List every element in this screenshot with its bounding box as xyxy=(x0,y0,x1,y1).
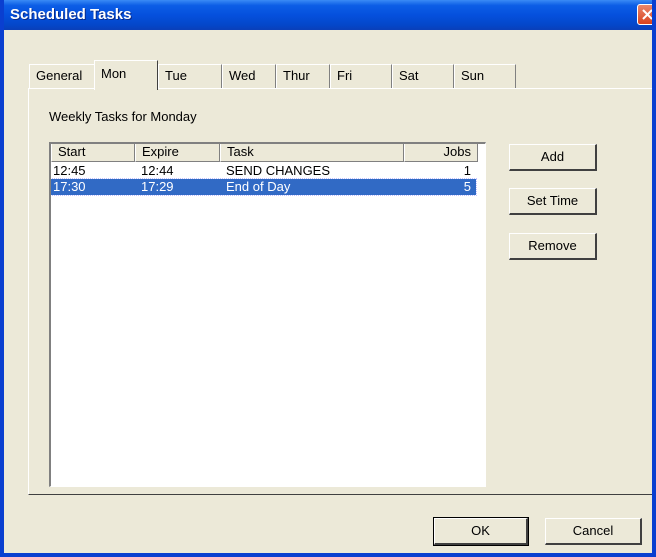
ok-button[interactable]: OK xyxy=(433,517,529,546)
window-title: Scheduled Tasks xyxy=(10,6,132,23)
table-row[interactable]: 12:45 12:44 SEND CHANGES 1 xyxy=(51,163,484,179)
tab-thur-label: Thur xyxy=(283,68,310,83)
cell-jobs: 1 xyxy=(463,163,471,178)
tab-wed[interactable]: Wed xyxy=(222,64,276,88)
column-expire-label: Expire xyxy=(142,144,179,159)
tab-general-label: General xyxy=(36,68,83,83)
cell-task: End of Day xyxy=(226,179,291,194)
tab-panel-mon: Weekly Tasks for Monday Start Expire Tas… xyxy=(28,88,652,495)
column-expire[interactable]: Expire xyxy=(135,144,220,162)
column-start-label: Start xyxy=(58,144,86,159)
column-task-label: Task xyxy=(227,144,254,159)
tab-sat[interactable]: Sat xyxy=(392,64,454,88)
tab-sat-label: Sat xyxy=(399,68,419,83)
tab-thur[interactable]: Thur xyxy=(276,64,330,88)
table-row-selected[interactable]: 17:30 17:29 End of Day 5 xyxy=(51,178,477,196)
cell-expire: 17:29 xyxy=(141,179,174,194)
title-bar[interactable]: Scheduled Tasks xyxy=(4,0,652,30)
cancel-button[interactable]: Cancel xyxy=(545,518,642,545)
tab-general[interactable]: General xyxy=(29,64,95,88)
tab-sun-label: Sun xyxy=(461,68,485,83)
cell-start: 17:30 xyxy=(53,179,86,194)
tab-tue[interactable]: Tue xyxy=(158,64,222,88)
cell-start: 12:45 xyxy=(53,163,86,178)
column-task[interactable]: Task xyxy=(220,144,404,162)
close-icon xyxy=(642,9,652,20)
cell-expire: 12:44 xyxy=(141,163,174,178)
tab-mon[interactable]: Mon xyxy=(94,60,158,90)
column-jobs[interactable]: Jobs xyxy=(404,144,478,162)
add-button[interactable]: Add xyxy=(509,144,597,171)
tab-wed-label: Wed xyxy=(229,68,256,83)
list-header: Start Expire Task Jobs xyxy=(51,144,485,162)
tab-fri[interactable]: Fri xyxy=(330,64,392,88)
tasks-list[interactable]: Start Expire Task Jobs 12:45 12:44 SEND … xyxy=(49,142,486,487)
column-start[interactable]: Start xyxy=(51,144,135,162)
cell-jobs: 5 xyxy=(463,179,471,194)
remove-button[interactable]: Remove xyxy=(509,233,597,260)
section-label: Weekly Tasks for Monday xyxy=(49,109,197,124)
tab-mon-label: Mon xyxy=(101,66,127,81)
column-jobs-label: Jobs xyxy=(443,144,471,159)
tab-fri-label: Fri xyxy=(337,68,353,83)
tab-sun[interactable]: Sun xyxy=(454,64,516,88)
scheduled-tasks-dialog: Scheduled Tasks General Mon Tue Wed Thur… xyxy=(0,0,656,557)
close-button[interactable] xyxy=(637,4,652,25)
cell-task: SEND CHANGES xyxy=(226,163,331,178)
set-time-button[interactable]: Set Time xyxy=(509,188,597,215)
tab-tue-label: Tue xyxy=(165,68,187,83)
